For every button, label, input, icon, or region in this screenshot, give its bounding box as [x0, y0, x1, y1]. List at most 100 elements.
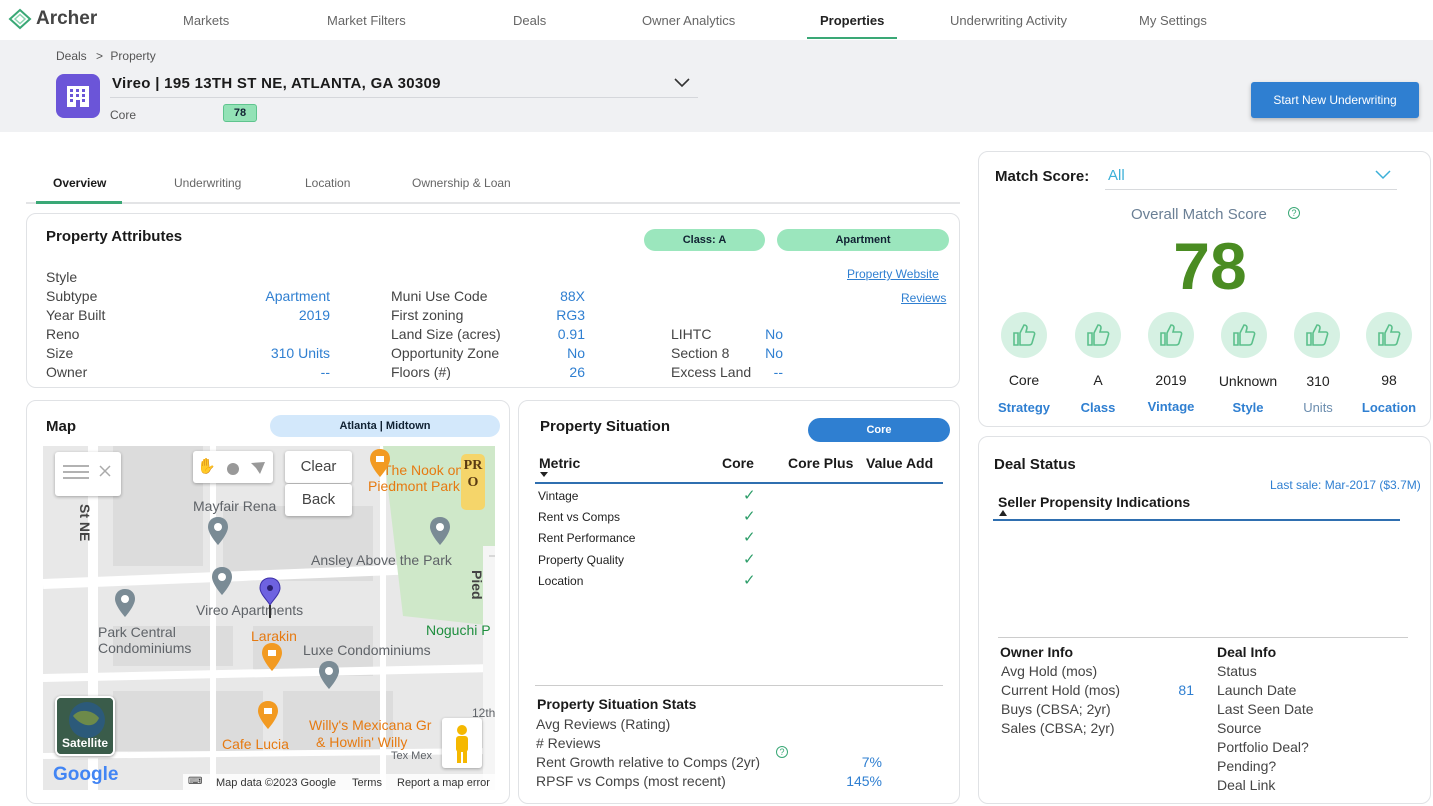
help-icon[interactable]: ? — [1288, 207, 1300, 219]
category-units-label[interactable]: Units — [1278, 400, 1358, 415]
attr-muni-use-value: 88X — [560, 288, 585, 304]
thumbs-up-icon — [1366, 312, 1412, 358]
map-label-mayfair: Mayfair Rena — [193, 498, 277, 514]
sort-desc-icon[interactable] — [539, 471, 549, 477]
nav-underwriting-activity[interactable]: Underwriting Activity — [950, 13, 1067, 28]
last-sale-text: Last sale: Mar-2017 ($3.7M) — [1270, 478, 1421, 492]
keyboard-icon[interactable]: ⌨ — [188, 776, 202, 787]
map-clear-button[interactable]: Clear — [285, 451, 352, 483]
overall-match-label: Overall Match Score — [1131, 206, 1267, 223]
category-units-value: 310 — [1306, 373, 1330, 389]
stat-rpsf-value: 145% — [846, 773, 882, 789]
property-attributes-title: Property Attributes — [46, 228, 183, 245]
check-icon: ✓ — [743, 572, 756, 589]
deal-status-title: Deal Status — [994, 456, 1076, 473]
hand-icon[interactable]: ✋ — [197, 457, 216, 475]
owner-avg-hold-label: Avg Hold (mos) — [1001, 663, 1098, 679]
nav-deals[interactable]: Deals — [513, 13, 546, 28]
owner-buys-label: Buys (CBSA; 2yr) — [1001, 701, 1111, 717]
cafe-pin-icon[interactable] — [261, 642, 283, 672]
property-situation-title: Property Situation — [540, 418, 671, 435]
map-menu-button[interactable] — [55, 452, 121, 496]
attr-opportunity-zone-label: Opportunity Zone — [391, 345, 500, 361]
map-pin-icon[interactable] — [318, 660, 340, 690]
map-back-button[interactable]: Back — [285, 484, 352, 516]
attr-reno-label: Reno — [46, 326, 80, 342]
tab-overview[interactable]: Overview — [53, 176, 106, 190]
situation-row-location: Location — [538, 574, 584, 588]
polygon-draw-icon[interactable] — [250, 461, 266, 475]
category-style-label[interactable]: Style — [1208, 400, 1288, 415]
property-pin-icon[interactable] — [259, 577, 281, 619]
reviews-link[interactable]: Reviews — [901, 291, 946, 305]
category-vintage-label[interactable]: Vintage — [1131, 399, 1211, 414]
property-website-link[interactable]: Property Website — [847, 267, 939, 281]
building-icon — [56, 74, 100, 118]
category-location-value: 98 — [1381, 372, 1397, 388]
tab-ownership-loan[interactable]: Ownership & Loan — [412, 176, 511, 190]
nav-markets[interactable]: Markets — [183, 13, 229, 28]
thumbs-up-icon — [1148, 312, 1194, 358]
pro-badge[interactable]: PRO — [461, 454, 485, 510]
chevron-down-icon[interactable] — [1374, 168, 1392, 180]
situation-row-vintage: Vintage — [538, 489, 579, 503]
category-strategy-value: Core — [1008, 372, 1040, 388]
category-class-value: A — [1093, 372, 1103, 388]
seller-propensity-heading: Seller Propensity Indications — [998, 494, 1191, 510]
deal-link-label[interactable]: Deal Link — [1217, 777, 1275, 793]
map-pin-icon[interactable] — [114, 588, 136, 618]
nav-properties[interactable]: Properties — [820, 13, 884, 28]
situation-strategy-badge: Core — [808, 418, 950, 442]
cafe-pin-icon[interactable] — [257, 700, 279, 730]
satellite-toggle-button[interactable]: Satellite — [55, 696, 115, 756]
owner-current-hold-value: 81 — [1178, 682, 1194, 698]
map-pin-icon[interactable] — [207, 516, 229, 546]
category-strategy-label[interactable]: Strategy — [984, 400, 1064, 415]
thumbs-up-icon — [1294, 312, 1340, 358]
menu-icon — [63, 465, 111, 479]
breadcrumb-deals[interactable]: Deals — [56, 49, 87, 63]
tab-location[interactable]: Location — [305, 176, 350, 190]
nav-owner-analytics[interactable]: Owner Analytics — [642, 13, 735, 28]
map-label-piedmont-rd: Pied — [469, 570, 485, 600]
overall-match-score: 78 — [1173, 229, 1247, 303]
map-label-park-central: Park Central — [98, 624, 176, 640]
deal-launch-date-label: Launch Date — [1217, 682, 1297, 698]
archer-logo[interactable]: Archer — [8, 8, 97, 30]
circle-draw-icon[interactable] — [227, 463, 239, 475]
attr-style-label: Style — [46, 269, 78, 285]
situation-header-line — [535, 482, 943, 484]
stats-divider — [535, 685, 943, 686]
map-data-text: Map data ©2023 Google — [216, 777, 337, 789]
attr-owner-label: Owner — [46, 364, 88, 380]
nav-market-filters[interactable]: Market Filters — [327, 13, 406, 28]
start-new-underwriting-button[interactable]: Start New Underwriting — [1251, 82, 1419, 118]
report-map-error-link[interactable]: Report a map error — [397, 777, 490, 789]
tab-underwriting[interactable]: Underwriting — [174, 176, 241, 190]
stat-reviews-count-label: # Reviews — [536, 735, 601, 751]
match-filter-select[interactable]: All — [1108, 167, 1125, 184]
col-metric-header[interactable]: Metric — [539, 455, 580, 471]
map-label-st-ne: St NE — [77, 504, 93, 542]
map-view[interactable]: St NE The Nook on Piedmont Park Mayfair … — [43, 446, 495, 790]
attr-floors-label: Floors (#) — [391, 364, 451, 380]
street-view-button[interactable] — [442, 718, 482, 768]
cafe-pin-icon[interactable] — [369, 448, 391, 478]
map-pin-icon[interactable] — [211, 566, 233, 596]
nav-my-settings[interactable]: My Settings — [1139, 13, 1207, 28]
property-score-badge: 78 — [223, 104, 257, 122]
category-location-label[interactable]: Location — [1349, 400, 1429, 415]
category-class-label[interactable]: Class — [1058, 400, 1138, 415]
help-icon[interactable]: ? — [776, 746, 788, 758]
situation-row-rent-performance: Rent Performance — [538, 531, 636, 545]
stat-rent-growth-value: 7% — [861, 754, 882, 770]
thumbs-up-icon — [1001, 312, 1047, 358]
info-divider — [998, 637, 1408, 638]
map-pin-icon[interactable] — [429, 516, 451, 546]
map-terms-link[interactable]: Terms — [352, 777, 382, 789]
sort-asc-icon[interactable] — [998, 510, 1008, 516]
chevron-down-icon[interactable] — [672, 74, 692, 90]
owner-current-hold-label: Current Hold (mos) — [1001, 682, 1121, 698]
seller-heading-line — [993, 519, 1400, 521]
property-strategy: Core — [110, 108, 137, 122]
